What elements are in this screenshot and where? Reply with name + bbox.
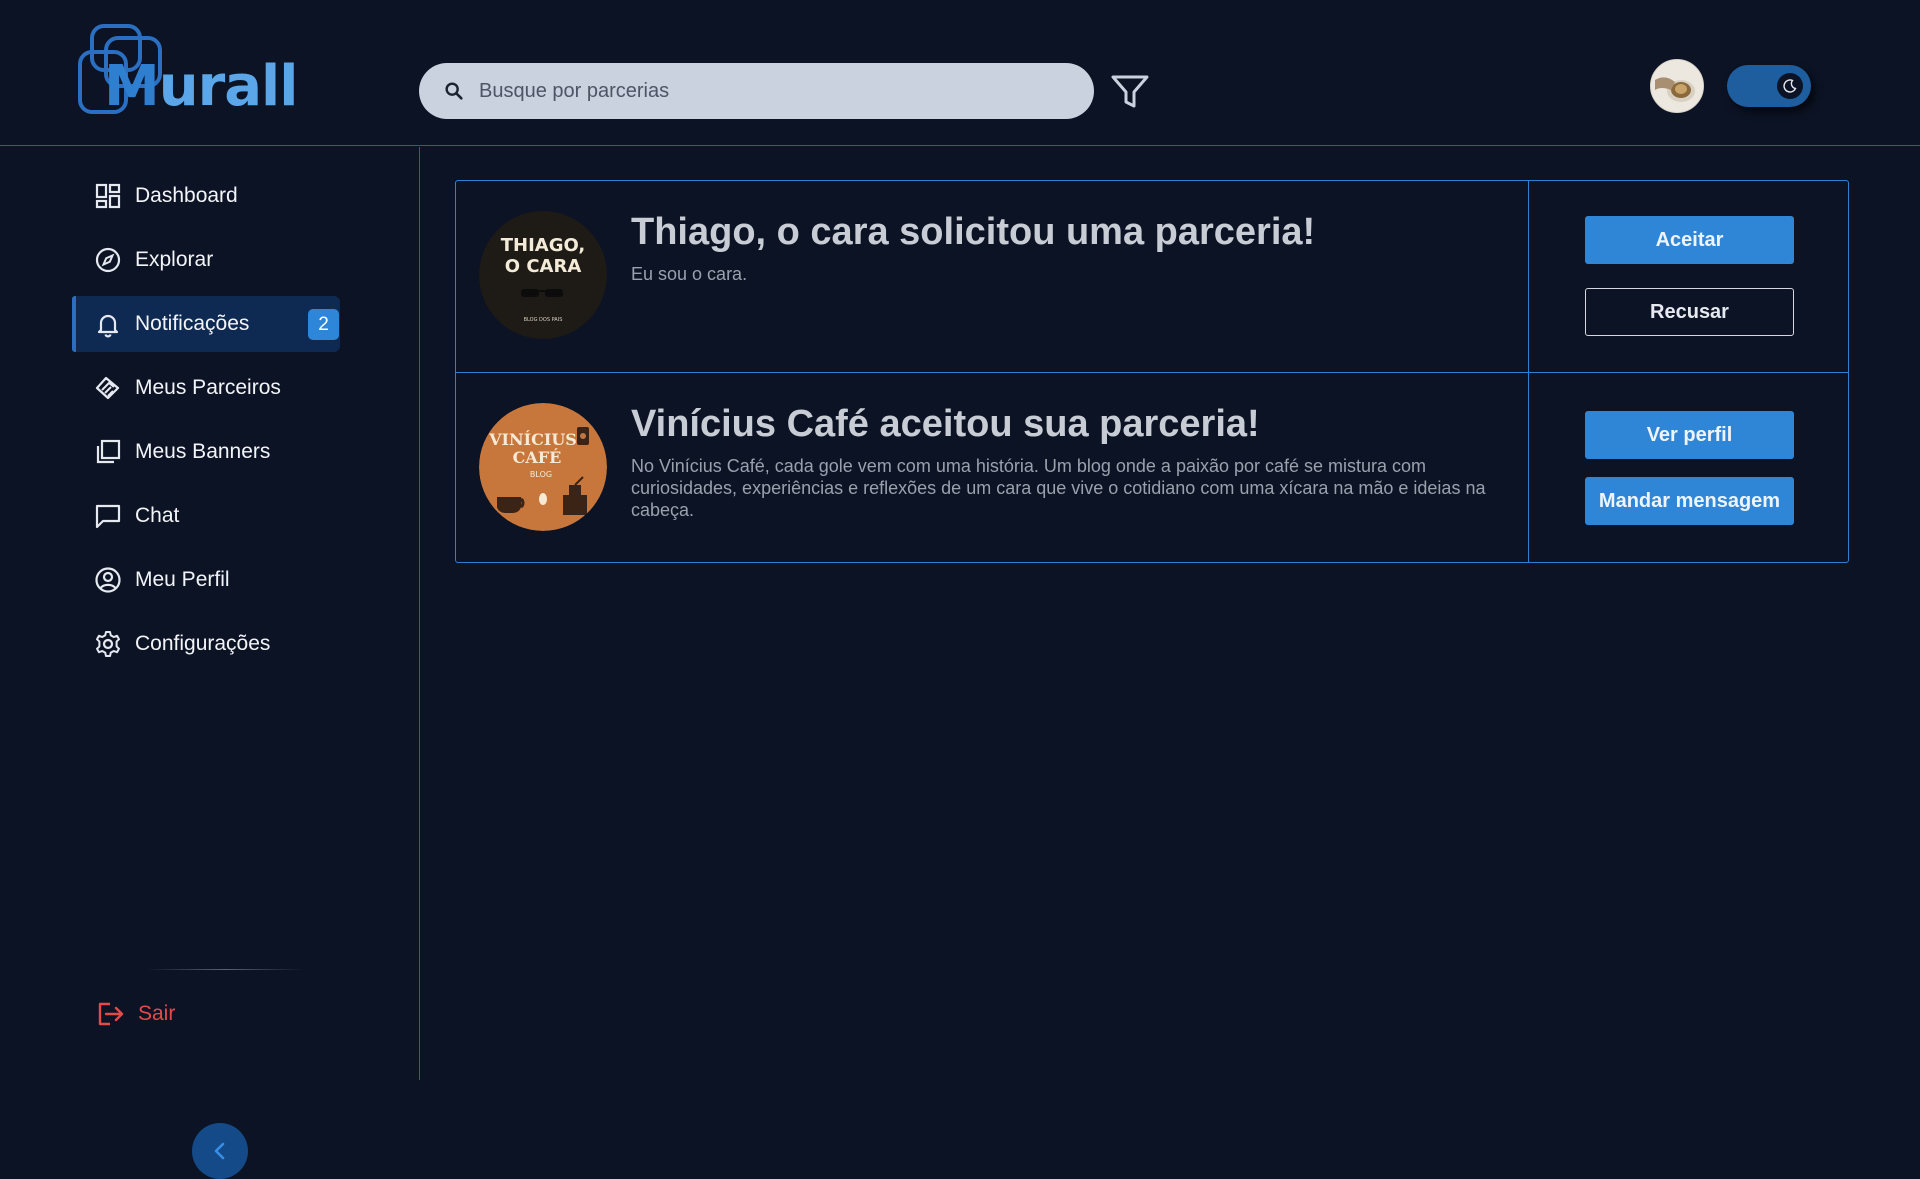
notifications-list: THIAGO, O CARA BLOG DOS PAIS Thiago, o c… [455,180,1849,563]
notification-card: THIAGO, O CARA BLOG DOS PAIS Thiago, o c… [456,181,1848,372]
notification-title: Thiago, o cara solicitou uma parceria! [631,211,1316,253]
avatar-text-2: CAFÉ [513,447,562,467]
gear-icon [96,631,120,657]
sidebar: Dashboard Explorar Notificações 2 Meus P… [0,147,420,1179]
avatar-text-1: VINÍCIUS [488,429,577,449]
notification-card: VINÍCIUS CAFÉ BLOG Vinícius Café aceitou… [456,372,1848,563]
logout-button[interactable]: Sair [96,996,175,1032]
search-input[interactable] [479,79,1039,103]
sidebar-item-label: Configurações [135,632,271,655]
avatar-text-3: BLOG [530,470,552,479]
notification-description: Eu sou o cara. [631,264,748,284]
card-divider [1528,181,1529,372]
sidebar-item-label: Explorar [135,248,214,271]
sidebar-item-dashboard[interactable]: Dashboard [72,168,340,224]
sidebar-item-label: Meus Banners [135,440,271,463]
thiago-avatar[interactable]: THIAGO, O CARA BLOG DOS PAIS [479,211,607,339]
user-avatar[interactable] [1650,59,1704,113]
collapse-sidebar-button[interactable] [192,1123,248,1179]
notification-count-badge: 2 [308,309,339,340]
vinicius-avatar[interactable]: VINÍCIUS CAFÉ BLOG [479,403,607,531]
sidebar-item-label: Chat [135,504,180,527]
sidebar-item-label: Dashboard [135,184,238,207]
moon-icon [1783,79,1797,93]
vinicius-cafe-logo-icon: VINÍCIUS CAFÉ BLOG [479,403,607,531]
notification-title: Vinícius Café aceitou sua parceria! [631,403,1260,445]
send-message-button[interactable]: Mandar mensagem [1585,477,1794,525]
dashboard-icon [95,183,121,209]
chat-icon [95,504,121,529]
murall-logo[interactable]: Murall [78,22,298,122]
card-divider [1528,373,1529,563]
logo-text-rest: urall [158,54,299,119]
sidebar-item-meus-banners[interactable]: Meus Banners [72,424,340,480]
sidebar-item-notificacoes[interactable]: Notificações 2 [72,296,340,352]
coffee-avatar-icon [1651,60,1703,112]
sidebar-item-explorar[interactable]: Explorar [72,232,340,288]
banners-icon [96,439,121,464]
bell-icon [97,314,119,338]
decline-button[interactable]: Recusar [1585,288,1794,336]
chevron-left-icon [214,1142,225,1160]
notification-description: No Vinícius Café, cada gole vem com uma … [631,456,1486,520]
sidebar-item-configuracoes[interactable]: Configurações [72,616,340,672]
sidebar-divider [145,969,305,970]
avatar-text-1: THIAGO, [501,235,586,256]
logout-icon [98,1002,124,1026]
search-icon [445,82,463,100]
sidebar-item-label: Notificações [135,312,250,335]
filter-icon[interactable] [1110,73,1150,111]
thiago-logo-icon: THIAGO, O CARA BLOG DOS PAIS [479,211,607,339]
view-profile-button[interactable]: Ver perfil [1585,411,1794,459]
user-circle-icon [95,567,121,593]
sidebar-item-label: Meus Parceiros [135,376,281,399]
compass-icon [95,247,121,273]
theme-toggle[interactable] [1727,65,1811,107]
logo-text-m: M [104,54,160,119]
accept-button[interactable]: Aceitar [1585,216,1794,264]
sidebar-item-label: Meu Perfil [135,568,230,591]
avatar-text-3: BLOG DOS PAIS [524,317,563,323]
sidebar-item-meus-parceiros[interactable]: Meus Parceiros [72,360,340,416]
sidebar-item-meu-perfil[interactable]: Meu Perfil [72,552,340,608]
top-header: Murall [0,0,1920,146]
avatar-text-2: O CARA [505,256,582,277]
sidebar-item-chat[interactable]: Chat [72,488,340,544]
logout-label: Sair [138,1002,176,1025]
search-bar[interactable] [419,63,1094,119]
toggle-knob [1777,73,1803,99]
logo-text: Murall [104,54,299,119]
handshake-icon [95,376,120,400]
